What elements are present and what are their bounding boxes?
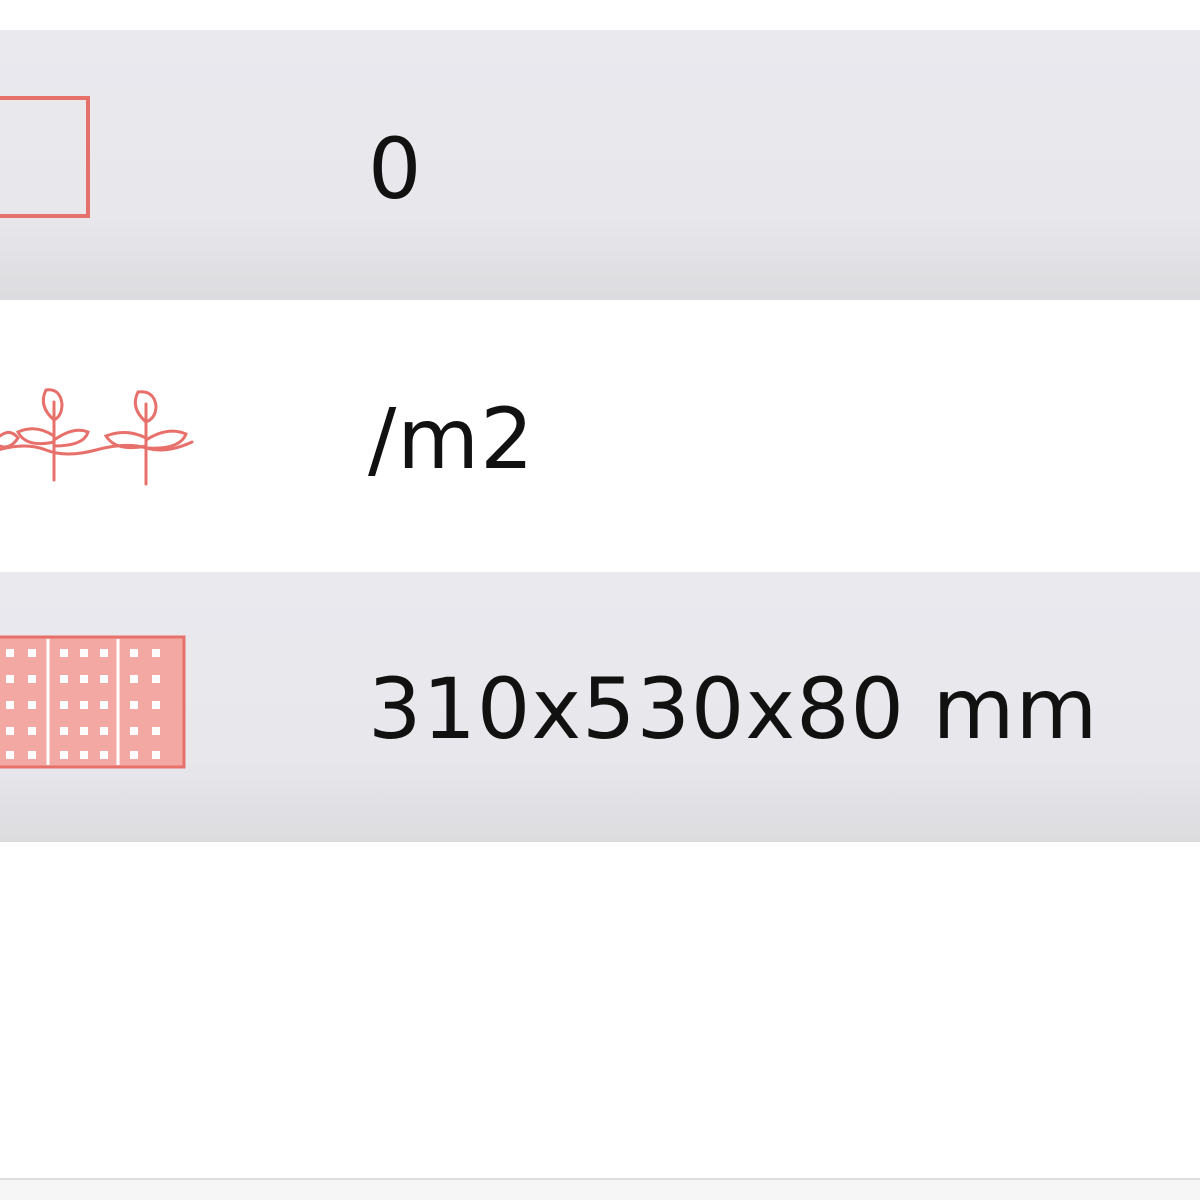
spec-value-count: 0 bbox=[368, 120, 423, 218]
product-spec-list: 0 /m2 310x530x80 mm bbox=[0, 0, 1200, 1200]
spec-value-dimensions: 310x530x80 mm bbox=[368, 660, 1099, 758]
spec-row-density: /m2 bbox=[0, 300, 1200, 572]
spec-icon-cell bbox=[0, 572, 300, 842]
spec-row-count: 0 bbox=[0, 30, 1200, 300]
spec-row-dimensions: 310x530x80 mm bbox=[0, 572, 1200, 842]
spec-icon-cell bbox=[0, 30, 300, 300]
empty-square-icon bbox=[0, 96, 90, 218]
perforated-block-icon bbox=[0, 635, 186, 769]
plants-icon bbox=[0, 388, 194, 486]
spec-value-density: /m2 bbox=[368, 390, 535, 488]
bottom-divider bbox=[0, 1178, 1200, 1200]
spec-icon-cell bbox=[0, 300, 300, 572]
